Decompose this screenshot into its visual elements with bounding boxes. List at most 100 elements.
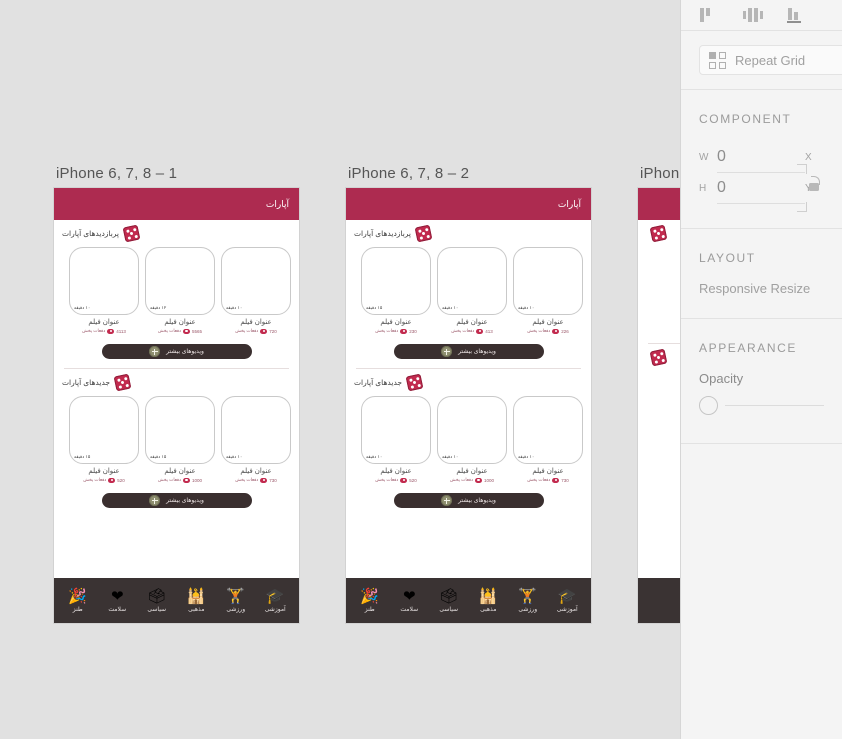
- tab-icon: 🗳: [439, 587, 459, 605]
- video-card[interactable]: ۱۰ دقیقه عنوان فیلم دفعات پخش 730: [513, 396, 583, 483]
- more-videos-button[interactable]: ویدیوهای بیشتر: [393, 344, 544, 359]
- app-header-bar: آپارات: [54, 188, 299, 220]
- tab-item-ورزشی[interactable]: 🏋 ورزشی: [510, 589, 546, 613]
- lock-aspect-ratio-icon[interactable]: [797, 164, 823, 212]
- video-thumbnail[interactable]: ۱۰ دقیقه: [437, 396, 507, 464]
- video-thumbnail[interactable]: ۱۰ دقیقه: [69, 247, 139, 315]
- artboard-label[interactable]: iPhone 6, 7, 8 – 1: [56, 165, 299, 182]
- video-thumbnail[interactable]: ۱۰ دقیقه: [437, 247, 507, 315]
- video-thumbnail[interactable]: ۱۵ دقیقه: [361, 247, 431, 315]
- video-thumbnail[interactable]: ۱۵ دقیقه: [69, 396, 139, 464]
- dice-icon: [649, 224, 668, 243]
- tab-item-ورزشی[interactable]: 🏋 ورزشی: [218, 589, 254, 613]
- tab-item-سیاسی[interactable]: 🗳 سیاسی: [139, 589, 175, 613]
- video-meta: دفعات پخش 1000: [145, 477, 215, 483]
- more-videos-label: ویدیوهای بیشتر: [458, 349, 496, 355]
- tab-item-سلامت[interactable]: ❤ سلامت: [391, 589, 427, 613]
- video-thumbnail[interactable]: ۱۰ دقیقه: [361, 396, 431, 464]
- phone-frame[interactable]: آپارات پربازدیدهای آپارات ۱۰ دقیقه عنوان فی…: [54, 188, 299, 623]
- tab-item-طنز[interactable]: 🎉 طنز: [352, 589, 388, 613]
- video-card[interactable]: ۱۰ دقیقه عنوان فیلم دفعات پخش 4113: [69, 247, 139, 334]
- tab-label: ورزشی: [226, 606, 246, 613]
- content-section: پربازدیدهای آپارات ۱۰ دقیقه عنوان فیلم دفعا…: [54, 220, 299, 359]
- video-card[interactable]: ۱۵ دقیقه عنوان فیلم دفعات پخش 1000: [145, 396, 215, 483]
- component-section-title: COMPONENT: [699, 112, 792, 126]
- opacity-slider[interactable]: [681, 396, 842, 443]
- tab-item-سیاسی[interactable]: 🗳 سیاسی: [431, 589, 467, 613]
- app-content: پربازدیدهای آپارات ۱۰ دقیقه عنوان فیلم دفعا…: [346, 220, 591, 578]
- video-title: عنوان فیلم: [532, 468, 564, 475]
- align-toolbar-section: [681, 0, 842, 31]
- phone-frame[interactable]: آپارات پربازدیدهای آپارات ۱۰ دقیقه عنوان فی…: [346, 188, 591, 623]
- height-label: H: [699, 182, 707, 194]
- more-videos-button[interactable]: ویدیوهای بیشتر: [393, 493, 544, 508]
- more-videos-button[interactable]: ویدیوهای بیشتر: [101, 344, 252, 359]
- video-card[interactable]: ۱۰ دقیقه عنوان فیلم دفعات پخش 520: [361, 396, 431, 483]
- views-icon: [552, 477, 560, 483]
- video-meta: دفعات پخش 230: [361, 328, 431, 334]
- repeat-grid-button[interactable]: Repeat Grid: [699, 45, 842, 75]
- video-thumbnail[interactable]: ۱۵ دقیقه: [145, 396, 215, 464]
- opacity-slider-track[interactable]: [725, 404, 824, 407]
- artboard-label[interactable]: iPhone 6, 7, 8 – 2: [348, 165, 591, 182]
- video-duration: ۱۵ دقیقه: [366, 305, 383, 310]
- tab-item-مذهبی[interactable]: 🕌 مذهبی: [178, 589, 214, 613]
- video-card[interactable]: ۱۰ دقیقه عنوان فیلم دفعات پخش 730: [221, 396, 291, 483]
- section-header: پربازدیدهای آپارات: [354, 224, 583, 243]
- tab-label: مذهبی: [188, 606, 205, 613]
- responsive-resize-label[interactable]: Responsive Resize: [681, 281, 842, 318]
- video-duration: ۱۰ دقیقه: [442, 305, 459, 310]
- video-thumbnail[interactable]: ۱۰ دقیقه: [221, 247, 291, 315]
- video-card[interactable]: ۱۲ دقیقه عنوان فیلم دفعات پخش 5565: [145, 247, 215, 334]
- appearance-section: APPEARANCE Opacity: [681, 319, 842, 444]
- repeat-grid-label: Repeat Grid: [735, 52, 806, 68]
- bottom-tab-bar: 🎓 آموزشی 🏋 ورزشی 🕌 مذهبی 🗳 سیاسی ❤ سلامت 🎉 طنز: [346, 578, 591, 623]
- video-duration: ۱۰ دقیقه: [226, 305, 243, 310]
- section-title: جدیدهای آپارات: [354, 378, 403, 387]
- appearance-section-title: APPEARANCE: [699, 341, 798, 355]
- video-thumbnail[interactable]: ۱۰ دقیقه: [513, 247, 583, 315]
- views-icon: [475, 477, 483, 483]
- video-card[interactable]: ۱۰ دقیقه عنوان فیلم دفعات پخش 226: [513, 247, 583, 334]
- tab-label: طنز: [72, 606, 83, 613]
- tab-icon: 🎓: [265, 587, 285, 605]
- dice-icon: [405, 373, 424, 392]
- tab-item-طنز[interactable]: 🎉 طنز: [60, 589, 96, 613]
- width-value[interactable]: 0: [717, 148, 805, 166]
- views-label: دفعات پخش: [235, 477, 259, 482]
- tab-item-آموزشی[interactable]: 🎓آموزشی: [257, 589, 293, 613]
- views-icon: [260, 477, 268, 483]
- tab-item-مذهبی[interactable]: 🕌 مذهبی: [470, 589, 506, 613]
- card-row: ۱۰ دقیقه عنوان فیلم دفعات پخش 730 ۱۰ دقیقه عن…: [354, 396, 583, 483]
- opacity-slider-handle[interactable]: [699, 396, 718, 415]
- video-card[interactable]: ۱۰ دقیقه عنوان فیلم دفعات پخش 413: [437, 247, 507, 334]
- dice-icon: [113, 373, 132, 392]
- video-card[interactable]: ۱۵ دقیقه عنوان فیلم دفعات پخش 230: [361, 247, 431, 334]
- align-left-icon[interactable]: [699, 7, 717, 23]
- video-thumbnail[interactable]: ۱۰ دقیقه: [513, 396, 583, 464]
- section-header: پربازدیدهای آپارات: [62, 224, 291, 243]
- video-card[interactable]: ۱۵ دقیقه عنوان فیلم دفعات پخش 520: [69, 396, 139, 483]
- more-videos-button[interactable]: ویدیوهای بیشتر: [101, 493, 252, 508]
- align-bottom-icon[interactable]: [787, 7, 805, 23]
- video-title: عنوان فیلم: [456, 468, 488, 475]
- views-icon: [552, 328, 560, 334]
- views-label: دفعات پخش: [527, 477, 551, 482]
- tab-item-آموزشی[interactable]: 🎓آموزشی: [549, 589, 585, 613]
- video-card[interactable]: ۱۰ دقیقه عنوان فیلم دفعات پخش 720: [221, 247, 291, 334]
- distribute-horizontal-icon[interactable]: [743, 7, 763, 23]
- app-content: پربازدیدهای آپارات ۱۰ دقیقه عنوان فیلم دفعا…: [54, 220, 299, 578]
- video-meta: دفعات پخش 226: [513, 328, 583, 334]
- tab-label: آموزشی: [556, 606, 578, 613]
- video-title: عنوان فیلم: [240, 468, 272, 475]
- views-count: 730: [269, 477, 277, 483]
- align-toolbar: [681, 0, 842, 30]
- video-thumbnail[interactable]: ۱۲ دقیقه: [145, 247, 215, 315]
- video-meta: دفعات پخش 413: [437, 328, 507, 334]
- video-card[interactable]: ۱۰ دقیقه عنوان فیلم دفعات پخش 1000: [437, 396, 507, 483]
- height-value[interactable]: 0: [717, 179, 805, 197]
- tab-item-سلامت[interactable]: ❤ سلامت: [99, 589, 135, 613]
- video-thumbnail[interactable]: ۱۰ دقیقه: [221, 396, 291, 464]
- video-title: عنوان فیلم: [164, 468, 196, 475]
- width-label: W: [699, 151, 709, 163]
